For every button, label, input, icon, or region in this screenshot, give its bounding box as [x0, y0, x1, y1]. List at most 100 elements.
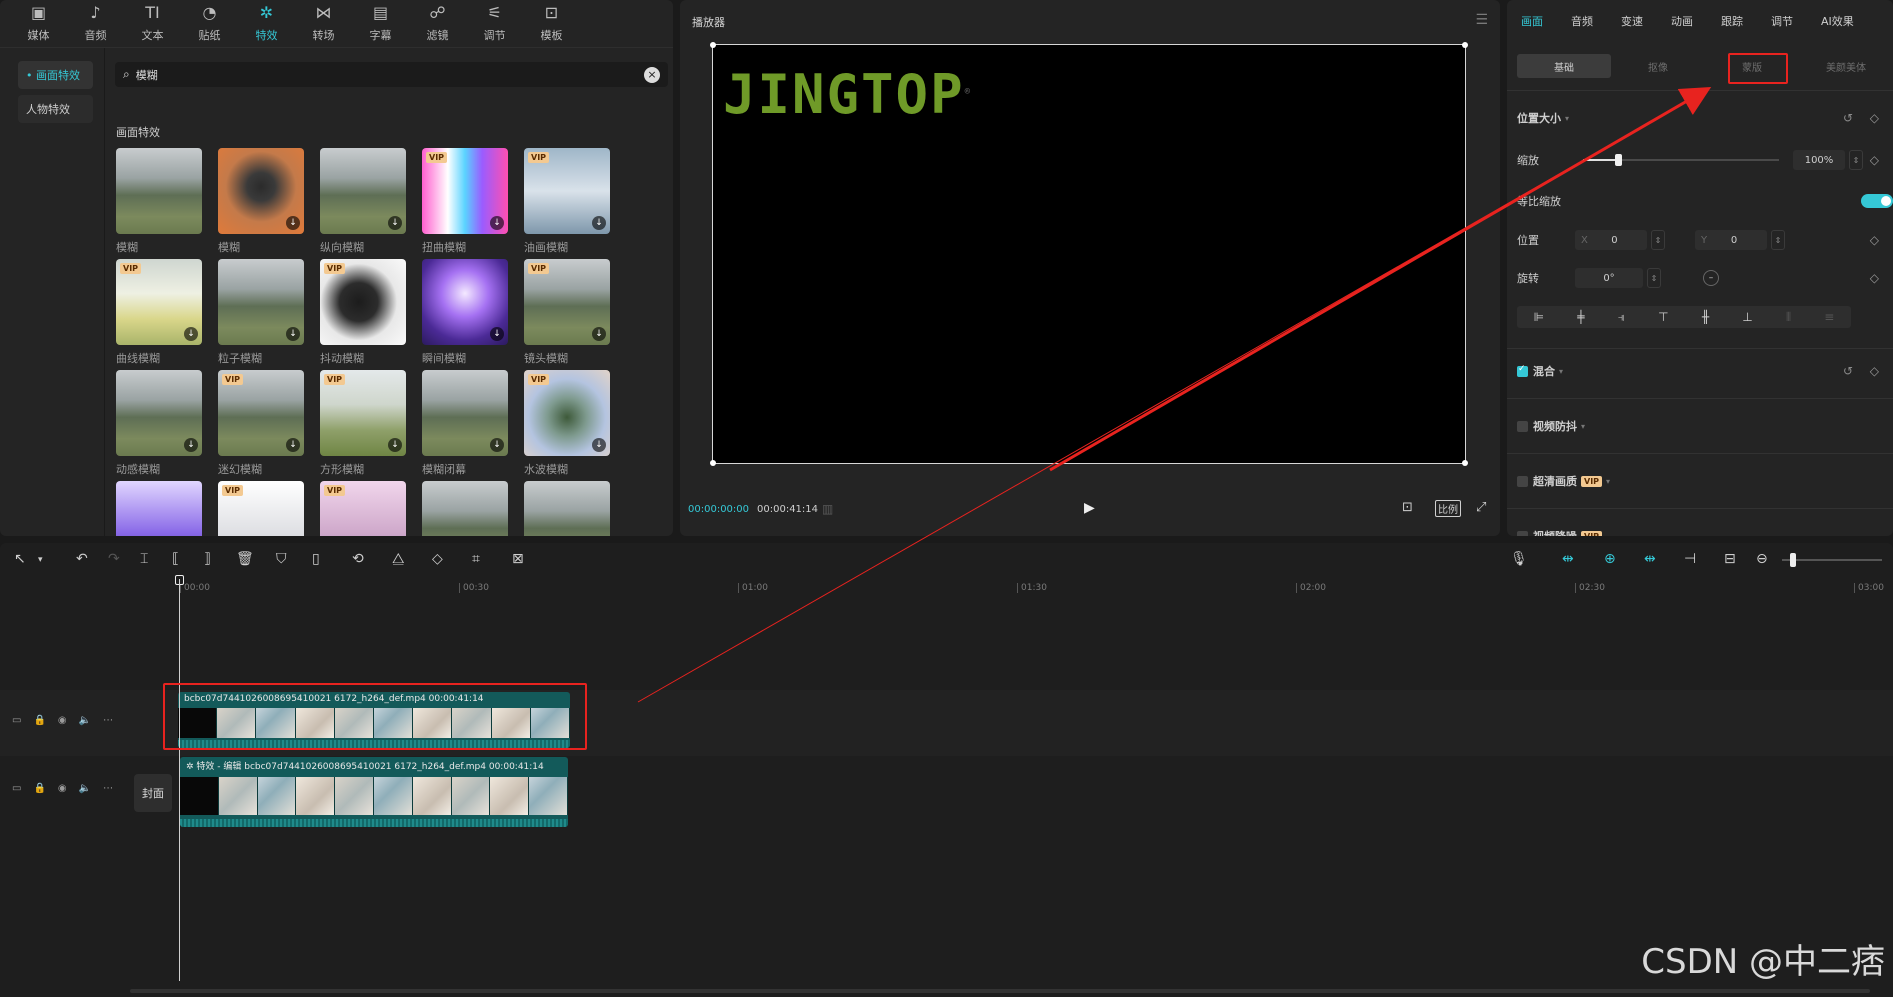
- props-subtab[interactable]: 美颜美体: [1799, 54, 1893, 78]
- download-icon[interactable]: ↓: [592, 438, 606, 452]
- more-icon[interactable]: ⋯: [103, 715, 113, 726]
- magnet-icon[interactable]: ⊕: [1604, 551, 1616, 567]
- caret-icon[interactable]: ▾: [1565, 114, 1569, 123]
- effect-thumbnail[interactable]: [116, 148, 202, 234]
- tab-adjust[interactable]: ⚟ 调节: [466, 0, 523, 47]
- effect-item[interactable]: ↓ 模糊: [218, 148, 304, 254]
- position-x-stepper[interactable]: ⇕: [1651, 230, 1665, 250]
- stabilize-checkbox[interactable]: [1517, 420, 1528, 432]
- fit-view-icon[interactable]: ⊡: [1402, 500, 1413, 515]
- effect-item[interactable]: VIP ↓ 方形模糊: [320, 370, 406, 476]
- align-center-v-icon[interactable]: ╫: [1702, 310, 1709, 324]
- effect-item[interactable]: ↓ 模糊闭幕: [422, 370, 508, 476]
- eye-icon[interactable]: ◉: [58, 783, 67, 794]
- download-icon[interactable]: ↓: [184, 327, 198, 341]
- lock-icon[interactable]: 🔒: [33, 783, 45, 794]
- crop-icon[interactable]: ⌗: [472, 551, 480, 567]
- rotation-stepper[interactable]: ⇕: [1647, 268, 1661, 288]
- effect-item[interactable]: [422, 481, 508, 536]
- download-icon[interactable]: ↓: [184, 438, 198, 452]
- effect-thumbnail[interactable]: VIP ↓: [422, 148, 508, 234]
- effect-item[interactable]: ↓ 动感模糊: [116, 370, 202, 476]
- select-tool-icon[interactable]: ↖: [14, 551, 26, 567]
- props-subtab[interactable]: 抠像: [1611, 54, 1705, 78]
- zoom-out-icon[interactable]: ⊖: [1756, 551, 1768, 567]
- side-nav-item-person-effects[interactable]: 人物特效: [18, 95, 93, 123]
- effect-thumbnail[interactable]: ↓: [218, 259, 304, 345]
- rotate-icon[interactable]: ◇: [432, 551, 443, 567]
- image-edit-icon[interactable]: ⊠: [512, 551, 524, 567]
- mirror-icon[interactable]: ⧋: [392, 551, 405, 567]
- zoom-slider[interactable]: [1782, 553, 1882, 567]
- waveform-icon[interactable]: ▥: [822, 502, 833, 516]
- undo-icon[interactable]: ↶: [76, 551, 88, 567]
- effect-item[interactable]: ↓ 粒子模糊: [218, 259, 304, 365]
- props-tab[interactable]: 调节: [1771, 13, 1821, 29]
- chevron-down-icon[interactable]: ▾: [38, 555, 43, 565]
- effect-thumbnail[interactable]: ↓: [422, 259, 508, 345]
- playhead[interactable]: [179, 579, 180, 981]
- props-subtab[interactable]: 基础: [1517, 54, 1611, 78]
- effect-item[interactable]: ↓ 纵向模糊: [320, 148, 406, 254]
- caret-icon[interactable]: ▾: [1559, 367, 1563, 376]
- link-clips-icon[interactable]: ⇹: [1644, 551, 1656, 567]
- reset-icon[interactable]: ↺: [1843, 364, 1853, 378]
- props-tab[interactable]: AI效果: [1821, 13, 1871, 29]
- effect-item[interactable]: VIP 抖动模糊: [320, 259, 406, 365]
- track-video-icon[interactable]: ▭: [12, 783, 21, 794]
- delete-icon[interactable]: 🗑: [236, 551, 254, 567]
- effect-thumbnail[interactable]: VIP: [320, 481, 406, 536]
- effect-item[interactable]: VIP ↓ 曲线模糊: [116, 259, 202, 365]
- props-tab[interactable]: 动画: [1671, 13, 1721, 29]
- fullscreen-icon[interactable]: ⤢: [1476, 500, 1486, 515]
- shield-icon[interactable]: ⛉: [276, 551, 287, 567]
- effect-thumbnail[interactable]: [116, 481, 202, 536]
- blend-checkbox[interactable]: [1517, 364, 1528, 377]
- split-right-icon[interactable]: ⟧: [204, 551, 211, 567]
- effect-item[interactable]: [116, 481, 202, 536]
- position-y-stepper[interactable]: ⇕: [1771, 230, 1785, 250]
- rotation-input[interactable]: 0°: [1575, 268, 1643, 288]
- align-right-icon[interactable]: ⫣: [1618, 310, 1625, 325]
- download-icon[interactable]: ↓: [388, 438, 402, 452]
- effect-thumbnail[interactable]: VIP ↓: [524, 370, 610, 456]
- effect-thumbnail[interactable]: VIP ↓: [524, 259, 610, 345]
- menu-icon[interactable]: ☰: [1475, 12, 1488, 28]
- split-icon[interactable]: ⌶: [140, 551, 148, 567]
- reverse-icon[interactable]: ⟲: [352, 551, 364, 567]
- keyframe-icon[interactable]: ◇: [1870, 233, 1879, 247]
- effect-thumbnail[interactable]: VIP: [320, 259, 406, 345]
- track-video-icon[interactable]: ▭: [12, 715, 21, 726]
- reset-icon[interactable]: ↺: [1843, 111, 1853, 125]
- resize-handle[interactable]: [710, 460, 716, 466]
- effect-item[interactable]: VIP ↓ 镜头模糊: [524, 259, 610, 365]
- download-icon[interactable]: ↓: [490, 327, 504, 341]
- caret-icon[interactable]: ▾: [1606, 477, 1610, 486]
- download-icon[interactable]: ↓: [388, 216, 402, 230]
- effect-thumbnail[interactable]: VIP ↓: [218, 370, 304, 456]
- distribute-v-icon[interactable]: ≡: [1824, 310, 1834, 324]
- props-tab[interactable]: 画面: [1521, 13, 1571, 29]
- align-bottom-icon[interactable]: ⊥: [1742, 310, 1752, 324]
- uniform-scale-toggle[interactable]: [1861, 194, 1893, 208]
- keyframe-icon[interactable]: ◇: [1870, 364, 1879, 378]
- split-preview-icon[interactable]: ⊣: [1684, 551, 1696, 567]
- resize-handle[interactable]: [1462, 42, 1468, 48]
- effect-thumbnail[interactable]: ↓: [218, 148, 304, 234]
- download-icon[interactable]: ↓: [286, 327, 300, 341]
- scale-input[interactable]: 100%: [1793, 150, 1845, 170]
- position-y-input[interactable]: Y0: [1695, 230, 1767, 250]
- tab-effects[interactable]: ✲ 特效: [238, 0, 295, 47]
- more-icon[interactable]: ⋯: [103, 783, 113, 794]
- effect-item[interactable]: VIP ↓ 迷幻模糊: [218, 370, 304, 476]
- effect-item[interactable]: [524, 481, 610, 536]
- download-icon[interactable]: ↓: [286, 216, 300, 230]
- effect-item[interactable]: VIP ↓ 扭曲模糊: [422, 148, 508, 254]
- clear-search-icon[interactable]: ×: [644, 66, 660, 83]
- effect-thumbnail[interactable]: VIP ↓: [524, 148, 610, 234]
- hd-checkbox[interactable]: [1517, 475, 1528, 487]
- redo-icon[interactable]: ↷: [108, 551, 120, 567]
- effect-item[interactable]: VIP ↓ 水波模糊: [524, 370, 610, 476]
- volume-icon[interactable]: 🔈: [79, 783, 91, 794]
- time-ruler[interactable]: 00:00 00:30 01:00 01:30 02:00 02:30 03:00: [170, 577, 1893, 597]
